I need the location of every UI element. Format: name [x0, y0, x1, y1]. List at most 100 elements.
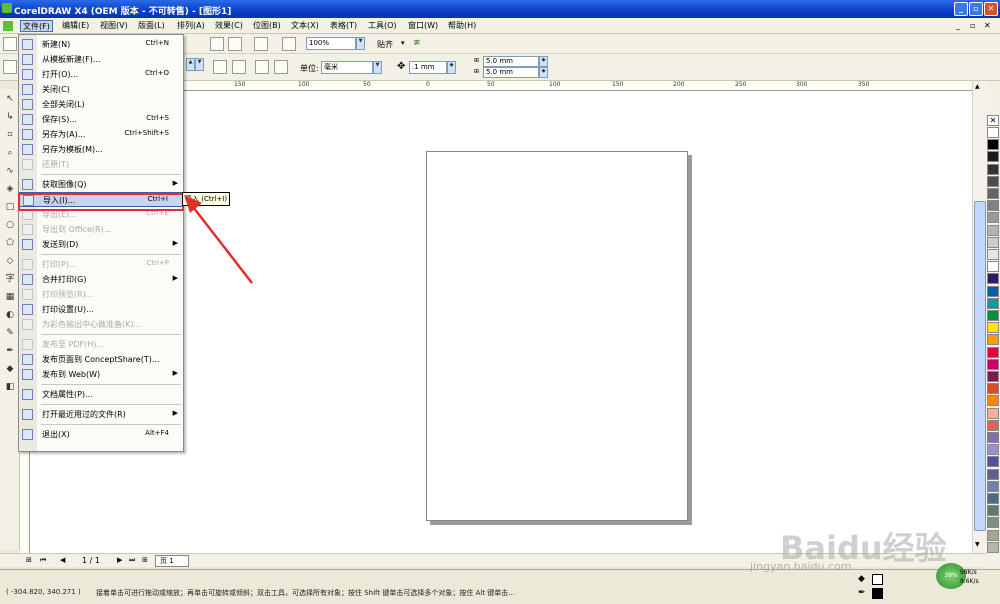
file-menu-item[interactable]: 另存为模板(M)...	[19, 142, 183, 157]
menu-help[interactable]: 帮助(H)	[446, 20, 478, 32]
scroll-thumb[interactable]	[974, 201, 986, 531]
text-tool-icon[interactable]: 字	[3, 272, 17, 286]
welcome-screen-icon[interactable]	[282, 37, 296, 51]
basic-shapes-icon[interactable]: ◇	[3, 254, 17, 268]
paper-type-icon[interactable]	[3, 60, 17, 74]
color-swatch[interactable]	[987, 322, 999, 334]
file-menu-item[interactable]: 保存(S)... Ctrl+S	[19, 112, 183, 127]
color-swatch[interactable]	[987, 505, 999, 517]
fill-swatch[interactable]	[872, 574, 883, 585]
no-fill-swatch[interactable]: ✕	[987, 115, 999, 126]
file-menu-item[interactable]: 打印设置(U)...	[19, 302, 183, 317]
color-swatch[interactable]	[987, 468, 999, 480]
height-spin-icon[interactable]: ▼	[195, 58, 204, 71]
first-page-icon[interactable]: ⏮	[40, 556, 46, 565]
unit-dropdown-icon[interactable]: ▼	[373, 61, 382, 74]
interactive-fill-icon[interactable]: ◧	[3, 380, 17, 394]
menu-table[interactable]: 表格(T)	[328, 20, 359, 32]
menu-arrange[interactable]: 排列(A)	[175, 20, 207, 32]
fill-tool-icon[interactable]: ◆	[3, 362, 17, 376]
color-swatch[interactable]	[987, 188, 999, 199]
vertical-scrollbar[interactable]: ▲ ▼	[972, 81, 986, 553]
dup-y-spin-icon[interactable]: ◆	[539, 67, 548, 78]
file-menu-item[interactable]: 新建(N) Ctrl+N	[19, 37, 183, 52]
zoom-tool-icon[interactable]: ⌕	[3, 146, 17, 160]
menu-tools[interactable]: 工具(O)	[366, 20, 399, 32]
polygon-tool-icon[interactable]: ⬠	[3, 236, 17, 250]
file-menu-item[interactable]: 文档属性(P)...	[19, 387, 183, 402]
all-pages-button[interactable]	[255, 60, 269, 74]
color-swatch[interactable]	[987, 407, 999, 419]
color-swatch[interactable]	[987, 456, 999, 468]
new-icon[interactable]	[3, 37, 17, 51]
nudge-spin-icon[interactable]: ◆	[447, 61, 456, 74]
color-swatch[interactable]	[987, 541, 999, 553]
color-swatch[interactable]	[987, 224, 999, 236]
color-swatch[interactable]	[987, 444, 999, 456]
scroll-down-icon[interactable]: ▼	[975, 541, 980, 548]
duplicate-y-field[interactable]: 5.0 mm	[483, 67, 539, 78]
color-swatch[interactable]	[987, 285, 999, 297]
minimize-button[interactable]: _	[954, 2, 968, 16]
smart-fill-icon[interactable]: ◈	[3, 182, 17, 196]
color-swatch[interactable]	[987, 297, 999, 309]
color-swatch[interactable]	[987, 395, 999, 407]
color-swatch[interactable]	[987, 529, 999, 541]
zoom-dropdown-icon[interactable]: ▼	[356, 37, 365, 50]
landscape-button[interactable]	[232, 60, 246, 74]
file-menu-item[interactable]: 获取图像(Q) ▶	[19, 177, 183, 192]
file-menu-item[interactable]: 发布页面到 ConceptShare(T)...	[19, 352, 183, 367]
file-menu-item[interactable]: 打开(O)... Ctrl+O	[19, 67, 183, 82]
color-swatch[interactable]	[987, 261, 999, 273]
menu-window[interactable]: 窗口(W)	[406, 20, 440, 32]
menu-bitmaps[interactable]: 位图(B)	[251, 20, 283, 32]
crop-tool-icon[interactable]: ⌗	[3, 128, 17, 142]
snap-to-button[interactable]: 贴齐	[377, 39, 393, 50]
eyedropper-tool-icon[interactable]: ✎	[3, 326, 17, 340]
menu-layout[interactable]: 版面(L)	[136, 20, 167, 32]
file-menu-item[interactable]: 打开最近用过的文件(R) ▶	[19, 407, 183, 422]
color-swatch[interactable]	[987, 371, 999, 382]
page-tab[interactable]: 页 1	[155, 555, 189, 567]
color-swatch[interactable]	[987, 163, 999, 175]
file-menu-item[interactable]: 发布到 Web(W) ▶	[19, 367, 183, 382]
options-icon[interactable]: ≢	[413, 38, 421, 48]
outline-swatch[interactable]	[872, 588, 883, 599]
last-page-icon[interactable]: ⏭	[129, 556, 135, 565]
add-page-icon[interactable]: ⊞	[26, 556, 32, 564]
color-swatch[interactable]	[987, 432, 999, 443]
add-page-after-icon[interactable]: ⊞	[142, 556, 148, 564]
next-page-icon[interactable]: ▶	[117, 556, 122, 564]
outline-tool-icon[interactable]: ✒	[3, 344, 17, 358]
rectangle-tool-icon[interactable]: □	[3, 200, 17, 214]
file-menu-item[interactable]: 合并打印(G) ▶	[19, 272, 183, 287]
menu-file[interactable]: 文件(F)	[20, 20, 53, 32]
pick-tool-icon[interactable]: ↖	[3, 92, 17, 106]
menu-text[interactable]: 文本(X)	[289, 20, 321, 32]
width-spin-icon[interactable]: ▲	[186, 58, 195, 71]
color-swatch[interactable]	[987, 212, 999, 224]
current-page-button[interactable]	[274, 60, 288, 74]
color-swatch[interactable]	[987, 334, 999, 346]
doc-close-button[interactable]: ✕	[984, 21, 991, 30]
file-menu-item[interactable]: 另存为(A)... Ctrl+Shift+S	[19, 127, 183, 142]
shape-tool-icon[interactable]: ↳	[3, 110, 17, 124]
menu-view[interactable]: 视图(V)	[98, 20, 130, 32]
color-swatch[interactable]	[987, 383, 999, 395]
menu-edit[interactable]: 编辑(E)	[60, 20, 91, 32]
import-icon[interactable]	[210, 37, 224, 51]
color-swatch[interactable]	[987, 139, 999, 151]
color-swatch[interactable]	[987, 517, 999, 529]
ellipse-tool-icon[interactable]: ○	[3, 218, 17, 232]
snap-dropdown-icon[interactable]: ▾	[401, 39, 405, 47]
color-swatch[interactable]	[987, 310, 999, 321]
application-launcher-icon[interactable]	[254, 37, 268, 51]
color-swatch[interactable]	[987, 358, 999, 370]
freehand-tool-icon[interactable]: ∿	[3, 164, 17, 178]
file-menu-item[interactable]: 发送到(D) ▶	[19, 237, 183, 252]
close-button[interactable]: ✕	[984, 2, 998, 16]
doc-minimize-button[interactable]: _	[956, 21, 960, 30]
color-swatch[interactable]	[987, 200, 999, 212]
scroll-up-icon[interactable]: ▲	[975, 83, 980, 90]
document-page[interactable]	[426, 151, 688, 521]
